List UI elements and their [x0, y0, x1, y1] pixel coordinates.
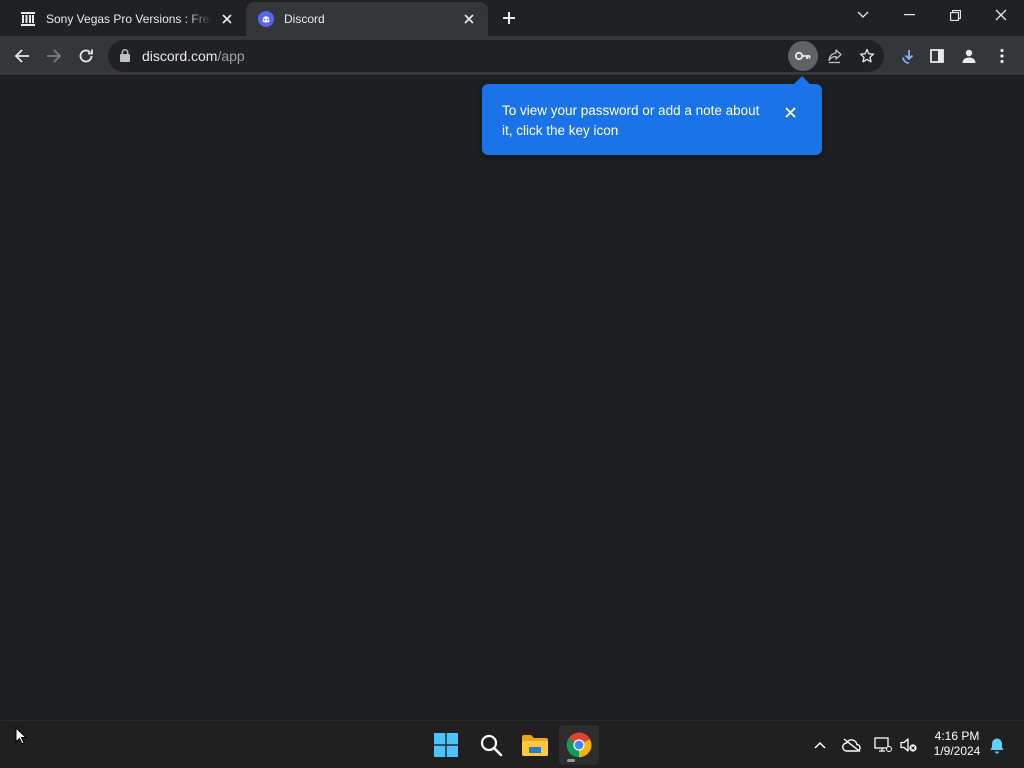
close-icon[interactable] [460, 10, 478, 28]
notifications-button[interactable] [986, 735, 1008, 755]
profile-button[interactable] [954, 41, 984, 71]
tab-sony-vegas[interactable]: Sony Vegas Pro Versions : Free Download,… [0, 2, 246, 36]
search-icon [480, 734, 503, 757]
chevron-up-icon [814, 741, 826, 749]
side-panel-button[interactable] [922, 41, 952, 71]
tab-search-button[interactable] [840, 0, 886, 30]
bookmark-button[interactable] [852, 41, 882, 71]
clock-time: 4:16 PM [934, 729, 980, 743]
bubble-text: To view your password or add a note abou… [502, 103, 760, 138]
extension-button[interactable] [893, 41, 923, 71]
tab-title: Discord [284, 12, 325, 26]
folder-icon [522, 735, 548, 756]
restore-button[interactable] [932, 0, 978, 30]
active-app-indicator [567, 759, 575, 762]
minimize-icon [903, 14, 915, 16]
lock-icon[interactable] [120, 49, 130, 67]
volume-muted-icon [900, 738, 917, 752]
plus-icon [503, 12, 515, 24]
network-icon [874, 737, 892, 752]
star-icon [859, 48, 875, 63]
back-button[interactable] [7, 41, 37, 71]
chrome-taskbar-button[interactable] [559, 725, 599, 765]
key-icon [795, 51, 811, 61]
search-button[interactable] [471, 725, 511, 765]
chrome-icon [566, 732, 592, 758]
network-button[interactable] [872, 735, 894, 755]
tab-discord[interactable]: Discord [246, 2, 488, 36]
file-explorer-button[interactable] [515, 725, 555, 765]
forward-button[interactable] [39, 41, 69, 71]
cloud-offline-icon [842, 738, 861, 752]
bubble-close-button[interactable] [780, 102, 800, 122]
taskbar: 4:16 PM 1/9/2024 [0, 720, 1024, 768]
reload-icon [79, 49, 93, 63]
close-icon [784, 106, 796, 118]
tab-title: Sony Vegas Pro Versions : Free Download,… [46, 12, 212, 26]
show-hidden-icons-button[interactable] [809, 735, 831, 755]
url-host: discord.com [142, 48, 218, 64]
archive-org-icon [20, 11, 36, 27]
mouse-cursor-icon [15, 726, 28, 750]
share-icon [828, 49, 842, 64]
clock-date: 1/9/2024 [933, 744, 981, 758]
person-icon [962, 49, 976, 63]
restore-icon [949, 9, 961, 21]
page-content[interactable] [0, 77, 1024, 720]
more-vertical-icon [1000, 48, 1004, 64]
discord-icon [258, 11, 274, 27]
reload-button[interactable] [71, 41, 101, 71]
url-text[interactable]: discord.com/app [142, 48, 245, 64]
new-tab-button[interactable] [497, 6, 521, 30]
minimize-button[interactable] [886, 0, 932, 30]
close-icon[interactable] [218, 10, 236, 28]
bell-icon [990, 738, 1004, 753]
password-key-button[interactable] [788, 41, 818, 71]
tab-strip: Sony Vegas Pro Versions : Free Download,… [0, 0, 1024, 36]
start-button[interactable] [426, 725, 466, 765]
volume-button[interactable] [898, 735, 920, 755]
arrow-right-icon [47, 49, 62, 63]
download-icon [902, 50, 914, 64]
onedrive-button[interactable] [841, 735, 863, 755]
close-icon [995, 9, 1007, 21]
arrow-left-icon [14, 49, 29, 63]
toolbar: discord.com/app [0, 36, 1024, 76]
url-path: /app [217, 48, 245, 64]
windows-start-icon [434, 733, 458, 757]
password-hint-bubble: To view your password or add a note abou… [482, 76, 822, 155]
chevron-down-icon [857, 11, 869, 18]
share-button[interactable] [820, 41, 850, 71]
side-panel-icon [930, 49, 944, 63]
omnibox[interactable]: discord.com/app [108, 40, 884, 72]
close-window-button[interactable] [978, 0, 1024, 30]
clock[interactable]: 4:16 PM 1/9/2024 [928, 729, 986, 759]
screen: Sony Vegas Pro Versions : Free Download,… [0, 0, 1024, 768]
menu-button[interactable] [987, 41, 1017, 71]
